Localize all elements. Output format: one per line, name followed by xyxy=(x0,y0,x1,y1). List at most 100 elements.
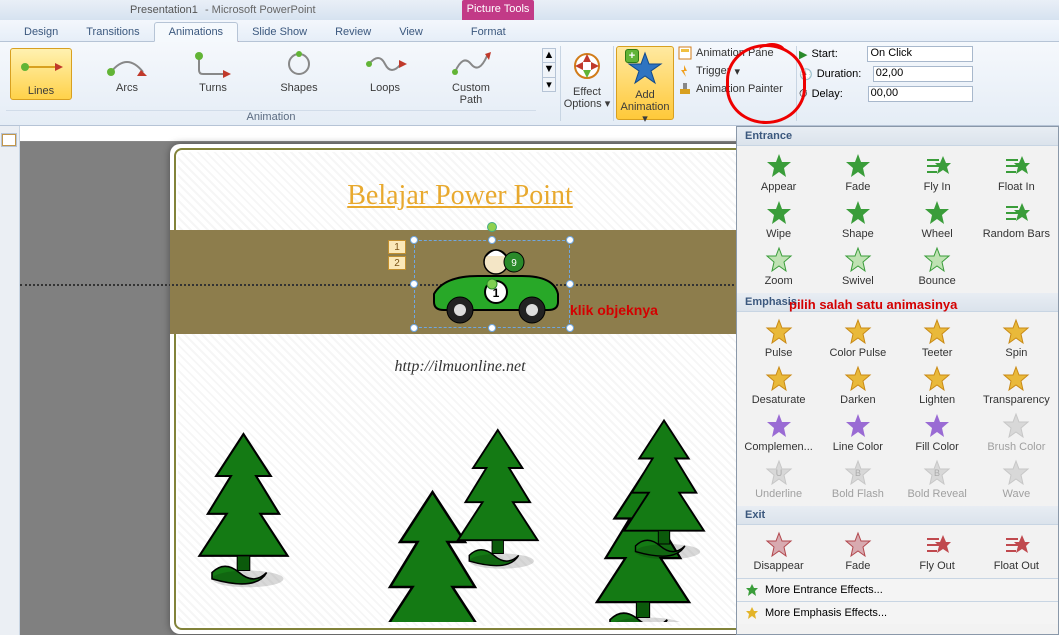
star-icon xyxy=(923,365,951,393)
animation-tag-2[interactable]: 2 xyxy=(388,256,406,270)
gallery-item-fly-out[interactable]: Fly Out xyxy=(898,529,977,576)
painter-icon xyxy=(678,82,692,96)
add-animation-button[interactable]: + AddAnimation ▾ xyxy=(616,46,674,120)
slide-canvas[interactable]: Belajar Power Point 1 2 xyxy=(170,144,750,634)
gallery-item-brush-color: Brush Color xyxy=(977,410,1056,457)
tab-transitions[interactable]: Transitions xyxy=(72,23,153,41)
motion-lines[interactable]: Lines xyxy=(10,48,72,100)
gallery-item-desaturate[interactable]: Desaturate xyxy=(739,363,818,410)
star-icon xyxy=(923,246,951,274)
gallery-item-pulse[interactable]: Pulse xyxy=(739,316,818,363)
star-icon xyxy=(1002,531,1030,559)
gallery-item-wipe[interactable]: Wipe xyxy=(739,197,818,244)
animation-pane-button[interactable]: Animation Pane xyxy=(678,46,794,60)
trigger-button[interactable]: Trigger▾ xyxy=(678,64,794,78)
star-icon xyxy=(1002,152,1030,180)
gallery-item-float-out[interactable]: Float Out xyxy=(977,529,1056,576)
tab-slideshow[interactable]: Slide Show xyxy=(238,23,321,41)
rotate-handle[interactable] xyxy=(487,222,497,232)
tab-view[interactable]: View xyxy=(385,23,437,41)
gallery-item-color-pulse[interactable]: Color Pulse xyxy=(818,316,897,363)
gallery-item-spin[interactable]: Spin xyxy=(977,316,1056,363)
delay-input[interactable]: 00,00 xyxy=(868,86,973,102)
gallery-item-line-color[interactable]: Line Color xyxy=(818,410,897,457)
slide-thumbnail-rail[interactable] xyxy=(0,126,20,635)
star-icon xyxy=(1002,365,1030,393)
ribbon-group-animation: Lines Arcs Turns Shapes Loops Custom Pat… xyxy=(0,42,542,125)
tab-format[interactable]: Format xyxy=(457,23,520,41)
gallery-item-transparency[interactable]: Transparency xyxy=(977,363,1056,410)
motion-arcs[interactable]: Arcs xyxy=(96,48,158,94)
gallery-item-wheel[interactable]: Wheel xyxy=(898,197,977,244)
group-label-animation: Animation xyxy=(6,110,536,125)
gallery-item-teeter[interactable]: Teeter xyxy=(898,316,977,363)
more-entrance-effects[interactable]: More Entrance Effects... xyxy=(737,578,1058,601)
motion-loops[interactable]: Loops xyxy=(354,48,416,94)
add-animation-gallery: Entrance AppearFadeFly InFloat InWipeSha… xyxy=(736,126,1059,635)
star-icon xyxy=(1002,459,1030,487)
document-name: Presentation1 xyxy=(130,4,198,16)
annotation-klik-objeknya: klik objeknya xyxy=(570,302,658,318)
gallery-item-fade[interactable]: Fade xyxy=(818,529,897,576)
gallery-item-fill-color[interactable]: Fill Color xyxy=(898,410,977,457)
slide-url-text[interactable]: http://ilmuonline.net xyxy=(170,358,750,376)
duration-input[interactable]: 02,00 xyxy=(873,66,973,82)
selected-object-car[interactable]: 9 1 xyxy=(414,240,570,328)
gallery-item-lighten[interactable]: Lighten xyxy=(898,363,977,410)
motion-custom-path[interactable]: Custom Path xyxy=(440,48,502,106)
more-emphasis-effects[interactable]: More Emphasis Effects... xyxy=(737,601,1058,624)
star-icon xyxy=(844,365,872,393)
gallery-item-float-in[interactable]: Float In xyxy=(977,150,1056,197)
ribbon-group-timing: ▶ Start: On Click 🕘 Duration: 02,00 ⏱ De… xyxy=(797,42,975,125)
gallery-item-zoom[interactable]: Zoom xyxy=(739,244,818,291)
star-icon xyxy=(844,246,872,274)
gallery-header-entrance: Entrance xyxy=(737,127,1058,146)
star-icon xyxy=(765,365,793,393)
star-icon xyxy=(1002,199,1030,227)
tab-review[interactable]: Review xyxy=(321,23,385,41)
gallery-item-fly-in[interactable]: Fly In xyxy=(898,150,977,197)
start-label: Start: xyxy=(811,48,863,60)
plus-icon: + xyxy=(625,49,639,63)
star-icon xyxy=(923,152,951,180)
gallery-item-bold-reveal: BBold Reveal xyxy=(898,457,977,504)
star-icon xyxy=(765,318,793,346)
svg-text:9: 9 xyxy=(511,258,517,269)
tab-design[interactable]: Design xyxy=(10,23,72,41)
star-icon xyxy=(765,246,793,274)
ribbon-tabs: Design Transitions Animations Slide Show… xyxy=(0,20,1059,42)
ribbon: Lines Arcs Turns Shapes Loops Custom Pat… xyxy=(0,42,1059,126)
effect-options-button[interactable]: EffectOptions ▾ xyxy=(561,42,613,125)
car-clipart: 9 1 xyxy=(414,240,570,328)
gallery-item-random-bars[interactable]: Random Bars xyxy=(977,197,1056,244)
animation-painter-button[interactable]: Animation Painter xyxy=(678,82,794,96)
start-icon: ▶ xyxy=(799,48,807,61)
star-icon xyxy=(765,152,793,180)
animation-tag-column: 1 2 xyxy=(388,240,406,272)
slide-thumbnail-1[interactable] xyxy=(2,134,16,146)
gallery-item-complemen-[interactable]: Complemen... xyxy=(739,410,818,457)
star-icon xyxy=(844,152,872,180)
gallery-item-appear[interactable]: Appear xyxy=(739,150,818,197)
star-icon xyxy=(765,199,793,227)
motion-turns[interactable]: Turns xyxy=(182,48,244,94)
motion-shapes[interactable]: Shapes xyxy=(268,48,330,94)
gallery-item-disappear[interactable]: Disappear xyxy=(739,529,818,576)
gallery-item-fade[interactable]: Fade xyxy=(818,150,897,197)
duration-icon: 🕘 xyxy=(799,68,813,81)
slide-title[interactable]: Belajar Power Point xyxy=(170,180,750,212)
start-dropdown[interactable]: On Click xyxy=(867,46,973,62)
star-icon xyxy=(1002,318,1030,346)
tab-animations[interactable]: Animations xyxy=(154,22,238,42)
star-icon xyxy=(923,412,951,440)
title-bar: Presentation1 - Microsoft PowerPoint Pic… xyxy=(0,0,1059,20)
star-icon: U xyxy=(765,459,793,487)
gallery-item-shape[interactable]: Shape xyxy=(818,197,897,244)
animation-tag-1[interactable]: 1 xyxy=(388,240,406,254)
gallery-item-swivel[interactable]: Swivel xyxy=(818,244,897,291)
gallery-item-bounce[interactable]: Bounce xyxy=(898,244,977,291)
trigger-icon xyxy=(678,64,692,78)
gallery-item-darken[interactable]: Darken xyxy=(818,363,897,410)
gallery-header-exit: Exit xyxy=(737,506,1058,525)
pane-icon xyxy=(678,46,692,60)
